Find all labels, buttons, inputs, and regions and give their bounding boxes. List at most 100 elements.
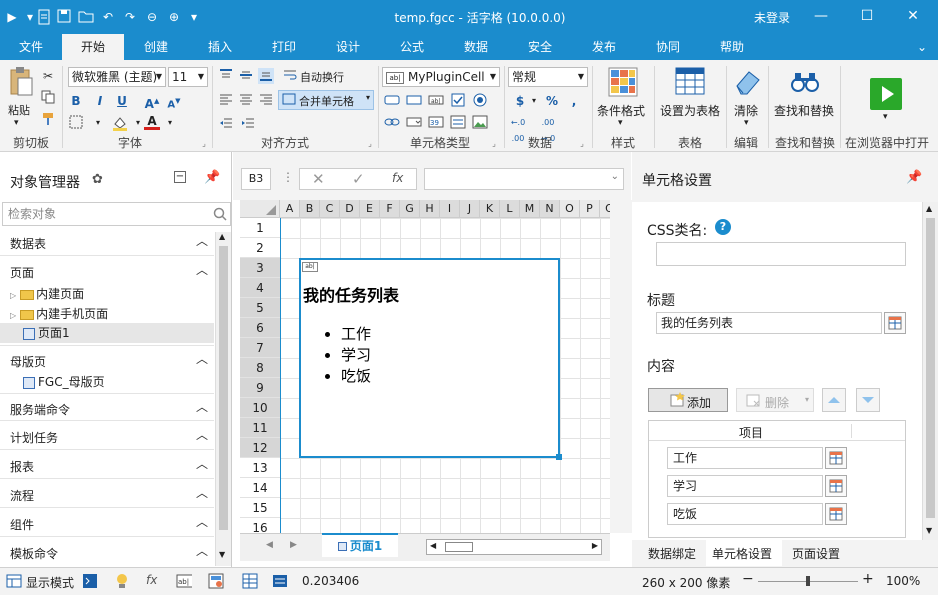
- row-header[interactable]: 2: [240, 238, 280, 258]
- border-dropdown-icon[interactable]: ▾: [90, 115, 106, 131]
- column-header[interactable]: D: [340, 200, 360, 218]
- item-binding-button[interactable]: [825, 475, 847, 497]
- back-icon[interactable]: ⊖: [144, 9, 160, 25]
- align-bottom-icon[interactable]: [258, 68, 274, 84]
- row-header[interactable]: 10: [240, 398, 280, 418]
- minimize-button[interactable]: —: [806, 4, 836, 28]
- page-settings-icon[interactable]: [208, 573, 224, 589]
- item-binding-button[interactable]: [825, 503, 847, 525]
- menu-arrow-icon[interactable]: ▶: [4, 9, 20, 25]
- gear-icon[interactable]: ✿: [92, 172, 103, 187]
- row-header[interactable]: 4: [240, 278, 280, 298]
- align-center-icon[interactable]: [238, 92, 254, 108]
- currency-dropdown-icon[interactable]: ▾: [526, 93, 542, 109]
- item-input[interactable]: 吃饭: [667, 503, 823, 525]
- font-name-select[interactable]: 微软雅黑 (主题) ▼: [68, 67, 166, 87]
- tab-file[interactable]: 文件: [8, 34, 54, 60]
- zoom-slider[interactable]: [758, 576, 858, 586]
- row-header[interactable]: 6: [240, 318, 280, 338]
- tree-item-page1[interactable]: 页面1: [0, 323, 214, 343]
- row-header[interactable]: 11: [240, 418, 280, 438]
- zoom-slider-thumb[interactable]: [806, 576, 810, 586]
- item-input[interactable]: 学习: [667, 475, 823, 497]
- function-icon[interactable]: fx: [146, 573, 162, 589]
- cut-icon[interactable]: ✂: [40, 68, 56, 84]
- column-header[interactable]: J: [460, 200, 480, 218]
- move-down-button[interactable]: [856, 388, 880, 412]
- paste-icon[interactable]: [8, 66, 34, 98]
- number-celltype-icon[interactable]: 39: [428, 115, 444, 131]
- data-grid-icon[interactable]: [242, 573, 258, 589]
- row-header[interactable]: 5: [240, 298, 280, 318]
- section-template-commands[interactable]: 模板命令 ︿: [0, 538, 214, 566]
- data-dialog-icon[interactable]: ⌟: [574, 136, 590, 152]
- checkbox-celltype-icon[interactable]: [450, 93, 466, 109]
- find-replace-button[interactable]: 查找和替换: [774, 102, 834, 119]
- paste-dropdown-icon[interactable]: ▾: [14, 118, 19, 128]
- clear-dropdown-icon[interactable]: ▾: [744, 118, 749, 128]
- tab-home[interactable]: 开始: [62, 34, 124, 60]
- italic-button[interactable]: I: [92, 93, 108, 109]
- display-mode-icon[interactable]: [6, 573, 22, 589]
- column-header[interactable]: P: [580, 200, 600, 218]
- merge-cells-button[interactable]: 合并单元格 ▾: [278, 90, 374, 110]
- item-binding-button[interactable]: [825, 447, 847, 469]
- scroll-thumb[interactable]: [219, 246, 228, 530]
- column-header[interactable]: B: [300, 200, 320, 218]
- column-header[interactable]: E: [360, 200, 380, 218]
- confirm-icon[interactable]: ✓: [352, 170, 365, 188]
- lightbulb-icon[interactable]: [114, 573, 130, 589]
- new-file-icon[interactable]: [36, 9, 52, 25]
- conditional-format-dropdown-icon[interactable]: ▾: [618, 118, 623, 128]
- celltype-dialog-icon[interactable]: ⌟: [486, 136, 502, 152]
- decrease-decimal-icon[interactable]: .00 →.0: [540, 115, 556, 143]
- tab-create[interactable]: 创建: [132, 34, 180, 60]
- selected-cell-range[interactable]: ab| 我的任务列表 工作 学习 吃饭: [299, 258, 562, 460]
- column-header[interactable]: O: [560, 200, 580, 218]
- tree-item-builtin-mobile-pages[interactable]: ▷ 内建手机页面: [10, 304, 108, 324]
- tab-data-binding[interactable]: 数据绑定: [648, 545, 696, 562]
- horizontal-scrollbar[interactable]: ◀ ▶: [426, 539, 602, 555]
- increase-font-icon[interactable]: A▲: [144, 93, 160, 111]
- title-binding-button[interactable]: [884, 312, 906, 334]
- cell-type-select[interactable]: ab| MyPluginCell ▼: [382, 67, 500, 87]
- title-input[interactable]: 我的任务列表: [656, 312, 882, 334]
- paste-button[interactable]: 粘贴: [8, 102, 30, 118]
- radio-celltype-icon[interactable]: [472, 93, 488, 109]
- pin-icon[interactable]: 📌: [204, 170, 220, 185]
- scroll-thumb[interactable]: [926, 218, 935, 518]
- tree-item-builtin-pages[interactable]: ▷ 内建页面: [10, 284, 84, 304]
- column-header[interactable]: G: [400, 200, 420, 218]
- scroll-left-icon[interactable]: ◀: [430, 541, 436, 550]
- section-pages[interactable]: 页面 ︿: [0, 257, 214, 285]
- search-input[interactable]: 检索对象: [2, 202, 231, 226]
- section-tables[interactable]: 数据表 ︿: [0, 228, 214, 256]
- section-scheduled-tasks[interactable]: 计划任务 ︿: [0, 422, 214, 450]
- run-dropdown-icon[interactable]: ▾: [883, 112, 888, 122]
- fill-color-icon[interactable]: [112, 115, 128, 131]
- undo-icon[interactable]: ↶: [100, 9, 116, 25]
- alignment-dialog-icon[interactable]: ⌟: [362, 136, 378, 152]
- font-size-select[interactable]: 11 ▼: [168, 67, 208, 87]
- tab-page-settings[interactable]: 页面设置: [792, 545, 840, 562]
- next-sheet-icon[interactable]: ▶: [290, 540, 297, 550]
- list-celltype-icon[interactable]: [450, 115, 466, 131]
- combo-celltype-icon[interactable]: [406, 115, 422, 131]
- row-header[interactable]: 13: [240, 458, 280, 478]
- wrap-text-button[interactable]: 自动换行: [300, 69, 344, 85]
- scroll-right-icon[interactable]: ▶: [592, 541, 598, 550]
- conditional-format-icon[interactable]: [607, 66, 639, 98]
- spreadsheet-grid[interactable]: ABCDEFGHIJKLMNOPQ 1 2 3 4 5 6 7 8 9 10 11 12 13 14 15 1…: [240, 200, 610, 533]
- open-folder-icon[interactable]: [78, 9, 94, 25]
- indent-decrease-icon[interactable]: [218, 116, 234, 132]
- customize-icon[interactable]: ▾: [186, 9, 202, 25]
- comma-icon[interactable]: ,: [566, 93, 582, 109]
- percent-icon[interactable]: %: [544, 93, 560, 109]
- font-color-dropdown-icon[interactable]: ▾: [162, 115, 178, 131]
- decrease-font-icon[interactable]: A▼: [166, 93, 182, 110]
- column-header[interactable]: M: [520, 200, 540, 218]
- section-components[interactable]: 组件 ︿: [0, 509, 214, 537]
- indent-increase-icon[interactable]: [240, 116, 256, 132]
- align-right-icon[interactable]: [258, 92, 274, 108]
- set-as-table-icon[interactable]: [674, 66, 706, 98]
